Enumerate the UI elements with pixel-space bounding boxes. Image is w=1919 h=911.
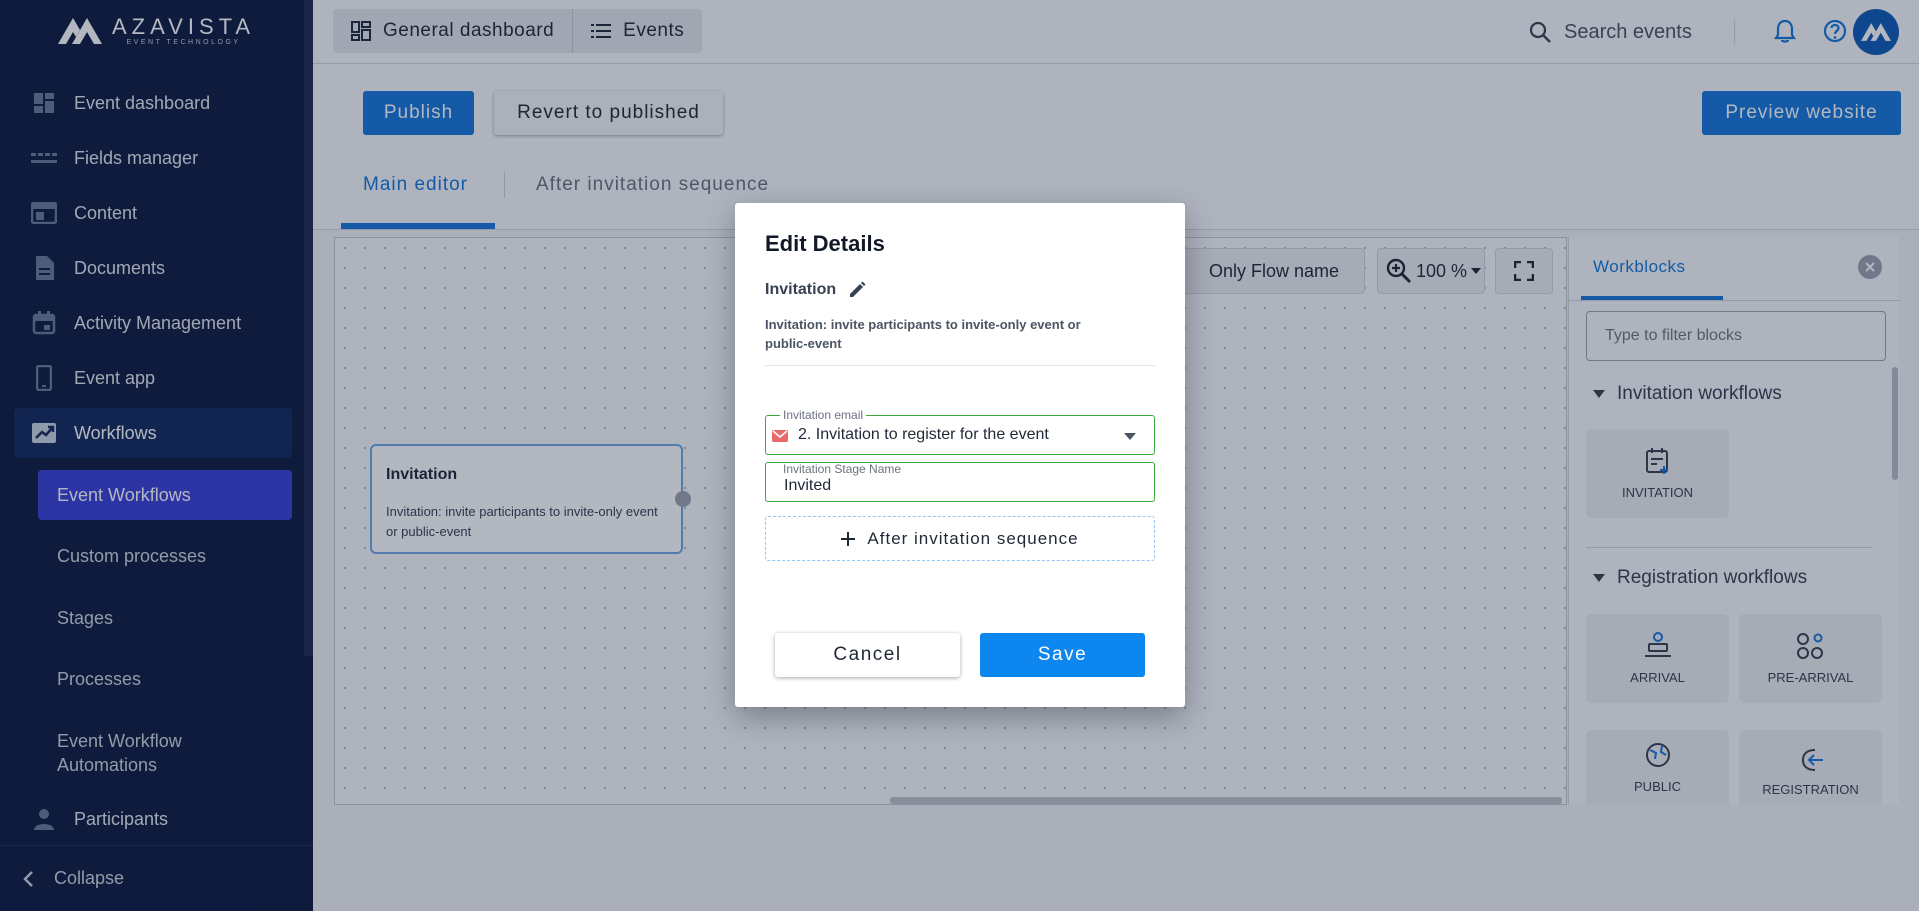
field-label: Invitation email [780,408,867,422]
cancel-button[interactable]: Cancel [775,633,960,677]
button-label: After invitation sequence [867,528,1079,548]
save-button[interactable]: Save [980,633,1145,677]
dialog-title: Edit Details [765,231,885,256]
field-label: Invitation Stage Name [783,462,902,476]
field-value: Invited [784,477,832,494]
pencil-icon[interactable] [848,281,866,299]
workflow-name: Invitation [765,281,866,299]
workflow-name-text: Invitation [765,281,837,298]
invitation-stage-name-field[interactable]: Invitation Stage Name Invited [765,462,1155,502]
plus-icon [841,531,856,546]
divider [765,365,1155,366]
field-value: 2. Invitation to register for the event [798,426,1049,443]
add-after-invitation-sequence-button[interactable]: After invitation sequence [765,516,1155,561]
mail-icon [772,430,788,442]
edit-details-dialog: Edit Details Invitation Invitation: invi… [735,203,1185,707]
caret-down-icon [1124,433,1136,440]
invitation-email-select[interactable]: Invitation email 2. Invitation to regist… [765,408,1155,455]
workflow-description: Invitation: invite participants to invit… [765,317,1081,351]
